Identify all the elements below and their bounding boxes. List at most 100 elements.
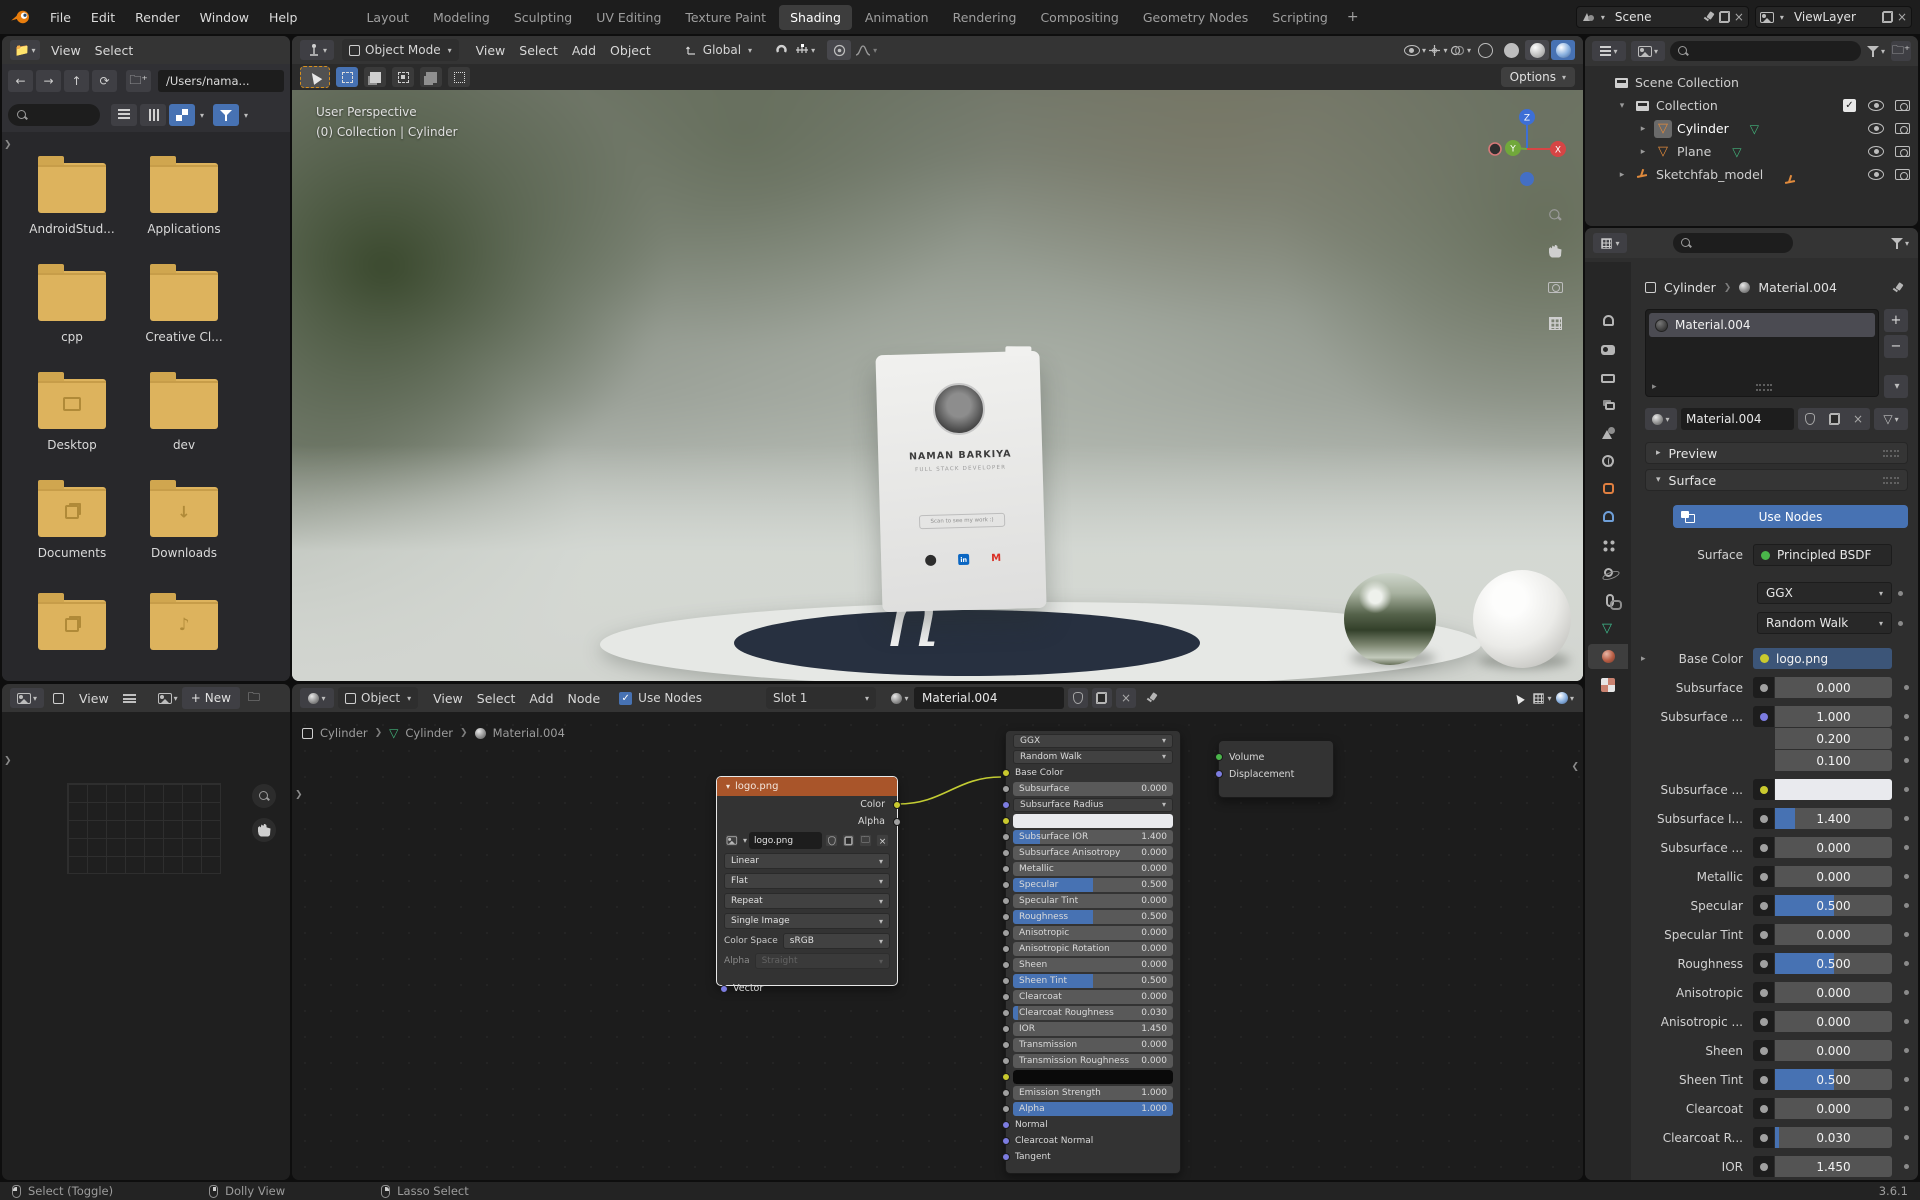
bsdf-node-row[interactable]: IOR 1.450 ▾ IOR bbox=[1002, 1021, 1173, 1036]
new-image-button[interactable]: + New bbox=[181, 687, 240, 709]
decorator-dot[interactable] bbox=[1904, 932, 1909, 937]
property-row[interactable]: Sheen ▸ 0.000 bbox=[1645, 1040, 1909, 1061]
property-field[interactable]: 0.000 bbox=[1775, 1040, 1892, 1061]
viewport-zoom-button[interactable] bbox=[1542, 202, 1568, 228]
filter-chevron[interactable]: ▾ bbox=[244, 111, 248, 120]
bsdf-node-row[interactable]: Anisotropic 0.000 ▾ Anisotropic bbox=[1002, 925, 1173, 940]
zoom-button[interactable] bbox=[252, 784, 276, 808]
property-row[interactable]: IOR ▸ 1.450 bbox=[1645, 1156, 1909, 1177]
input-socket[interactable] bbox=[1002, 864, 1010, 873]
shader-editor-type-icon[interactable]: ▾ bbox=[300, 688, 334, 708]
properties-tab[interactable] bbox=[1588, 588, 1628, 613]
copy-material-icon[interactable] bbox=[1091, 688, 1112, 708]
outliner-filter-type[interactable]: ▾ bbox=[1631, 41, 1665, 61]
image-link-icon[interactable] bbox=[48, 688, 68, 708]
hide-eye-toggle[interactable] bbox=[1868, 146, 1884, 157]
viewport-menu[interactable]: View bbox=[469, 40, 513, 61]
bsdf-node-row[interactable]: Emission Strength 1.000 ▾ Emission Stren… bbox=[1002, 1085, 1173, 1100]
input-socket[interactable] bbox=[1002, 944, 1010, 953]
workspace-tab[interactable]: Layout bbox=[355, 5, 420, 30]
material-link-funnel[interactable]: ▽ ▾ bbox=[1874, 408, 1908, 430]
image-datablock-icon[interactable]: ▾ bbox=[157, 688, 178, 708]
close-icon[interactable]: × bbox=[1734, 11, 1744, 23]
viewport-ortho-grid-button[interactable] bbox=[1542, 310, 1568, 336]
browse-material-icon[interactable]: ▾ bbox=[1645, 408, 1677, 430]
input-socket[interactable] bbox=[1002, 800, 1010, 809]
volume-socket[interactable] bbox=[1215, 753, 1223, 761]
filter-button[interactable] bbox=[213, 104, 240, 126]
socket-toggle[interactable] bbox=[1753, 924, 1774, 945]
open-folder-icon[interactable]: 🗀 bbox=[859, 834, 872, 847]
navigation-gizmo[interactable]: Z X Y bbox=[1483, 105, 1571, 193]
property-field[interactable]: 0.100 bbox=[1775, 750, 1892, 771]
file-search-input[interactable] bbox=[8, 104, 100, 126]
properties-tab[interactable] bbox=[1588, 420, 1628, 445]
decorator-dot[interactable] bbox=[1904, 714, 1909, 719]
principled-bsdf-node[interactable]: GGX ▾ GGX Random Walk bbox=[1002, 730, 1181, 1174]
outliner-display-mode[interactable]: ▾ bbox=[1592, 41, 1626, 61]
input-socket[interactable] bbox=[1002, 992, 1010, 1001]
expand-icon[interactable]: ▸ bbox=[1616, 170, 1628, 180]
decorator-dot[interactable] bbox=[1904, 961, 1909, 966]
shader-menu[interactable]: Add bbox=[522, 688, 560, 709]
input-socket[interactable] bbox=[1002, 928, 1010, 937]
copy-icon[interactable] bbox=[842, 834, 855, 847]
display-vertical-list-button[interactable] bbox=[111, 104, 137, 126]
decorator-dot[interactable] bbox=[1904, 1048, 1909, 1053]
image-node-dropdown[interactable]: Flat ▾ bbox=[724, 873, 890, 889]
bsdf-node-row[interactable]: Subsurface 0.000 ▾ Subsurface bbox=[1002, 781, 1173, 796]
folder-item[interactable]: Documents bbox=[16, 478, 128, 560]
display-thumbnail-button[interactable] bbox=[169, 104, 195, 126]
unlink-icon[interactable]: × bbox=[876, 834, 889, 847]
socket-toggle[interactable] bbox=[1753, 1040, 1774, 1061]
expand-icon[interactable]: ▸ bbox=[1641, 654, 1646, 664]
bsdf-node-row[interactable]: Subsurface IOR 1.400 ▾ Subsurface IOR bbox=[1002, 829, 1173, 844]
viewport-menu[interactable]: Object bbox=[603, 40, 658, 61]
unlink-material-icon[interactable]: × bbox=[1115, 688, 1136, 708]
socket-toggle[interactable] bbox=[1753, 895, 1774, 916]
input-socket[interactable] bbox=[1002, 1136, 1010, 1145]
decorator-dot[interactable] bbox=[1904, 990, 1909, 995]
properties-tab[interactable] bbox=[1588, 644, 1628, 669]
gizmos-dropdown[interactable]: ▾ bbox=[1428, 40, 1448, 60]
node-output-color[interactable]: Color bbox=[717, 796, 901, 813]
property-row[interactable]: Specular ▸ 0.500 bbox=[1645, 895, 1909, 916]
property-field[interactable]: 0.000 bbox=[1775, 677, 1892, 698]
properties-tab[interactable] bbox=[1588, 616, 1628, 641]
bsdf-node-row[interactable]: GGX ▾ GGX bbox=[1013, 733, 1173, 748]
image-node-dropdown[interactable]: Single Image ▾ bbox=[724, 913, 890, 929]
property-row[interactable]: Subsurface ... ▸ 1.000 bbox=[1645, 706, 1909, 727]
render-camera-toggle[interactable] bbox=[1895, 100, 1910, 111]
volume-input-row[interactable]: Volume bbox=[1215, 749, 1325, 766]
path-field[interactable]: /Users/nama... bbox=[158, 70, 284, 92]
properties-tab[interactable] bbox=[1588, 364, 1628, 389]
property-row[interactable]: ▸ 0.100 bbox=[1645, 750, 1909, 771]
input-socket[interactable] bbox=[1002, 912, 1010, 921]
vector-input-row[interactable]: Vector bbox=[720, 983, 890, 994]
material-slot-list[interactable]: Material.004 ▸ bbox=[1645, 309, 1879, 397]
bsdf-node-row[interactable]: Metallic 0.000 ▾ Metallic bbox=[1002, 861, 1173, 876]
property-field[interactable]: 0.500 bbox=[1775, 1069, 1892, 1090]
property-field[interactable]: 0.200 bbox=[1775, 728, 1892, 749]
input-socket[interactable] bbox=[1002, 832, 1010, 841]
image-editor-type-icon[interactable]: ▾ bbox=[10, 688, 44, 708]
folder-item[interactable]: AndroidStud... bbox=[16, 154, 128, 236]
property-field[interactable]: 0.000 bbox=[1775, 924, 1892, 945]
topbar-menu[interactable]: File bbox=[40, 6, 81, 29]
bsdf-node-row[interactable]: Clearcoat Roughness 0.030 ▾ Clearcoat Ro… bbox=[1002, 1005, 1173, 1020]
bsdf-node-row[interactable]: Specular Tint 0.000 ▾ Specular Tint bbox=[1002, 893, 1173, 908]
displacement-socket[interactable] bbox=[1215, 770, 1223, 778]
material-name-field[interactable]: Material.004 bbox=[913, 687, 1064, 709]
socket-toggle[interactable] bbox=[1753, 779, 1774, 800]
decorator-dot[interactable] bbox=[1904, 685, 1909, 690]
property-row[interactable]: Clearcoat ▸ 0.000 bbox=[1645, 1098, 1909, 1119]
input-socket[interactable] bbox=[1002, 1024, 1010, 1033]
node-output-alpha[interactable]: Alpha bbox=[717, 813, 901, 830]
display-size-chevron[interactable]: ▾ bbox=[200, 111, 204, 120]
bsdf-node-row[interactable]: Subsurface Anisotropy 0.000 ▾ Subsurface… bbox=[1002, 845, 1173, 860]
properties-tab[interactable] bbox=[1588, 560, 1628, 585]
expand-icon[interactable]: ▸ bbox=[1637, 147, 1649, 157]
folder-item[interactable]: Applications bbox=[128, 154, 240, 236]
folder-item[interactable]: cpp bbox=[16, 262, 128, 344]
input-socket[interactable] bbox=[1002, 976, 1010, 985]
